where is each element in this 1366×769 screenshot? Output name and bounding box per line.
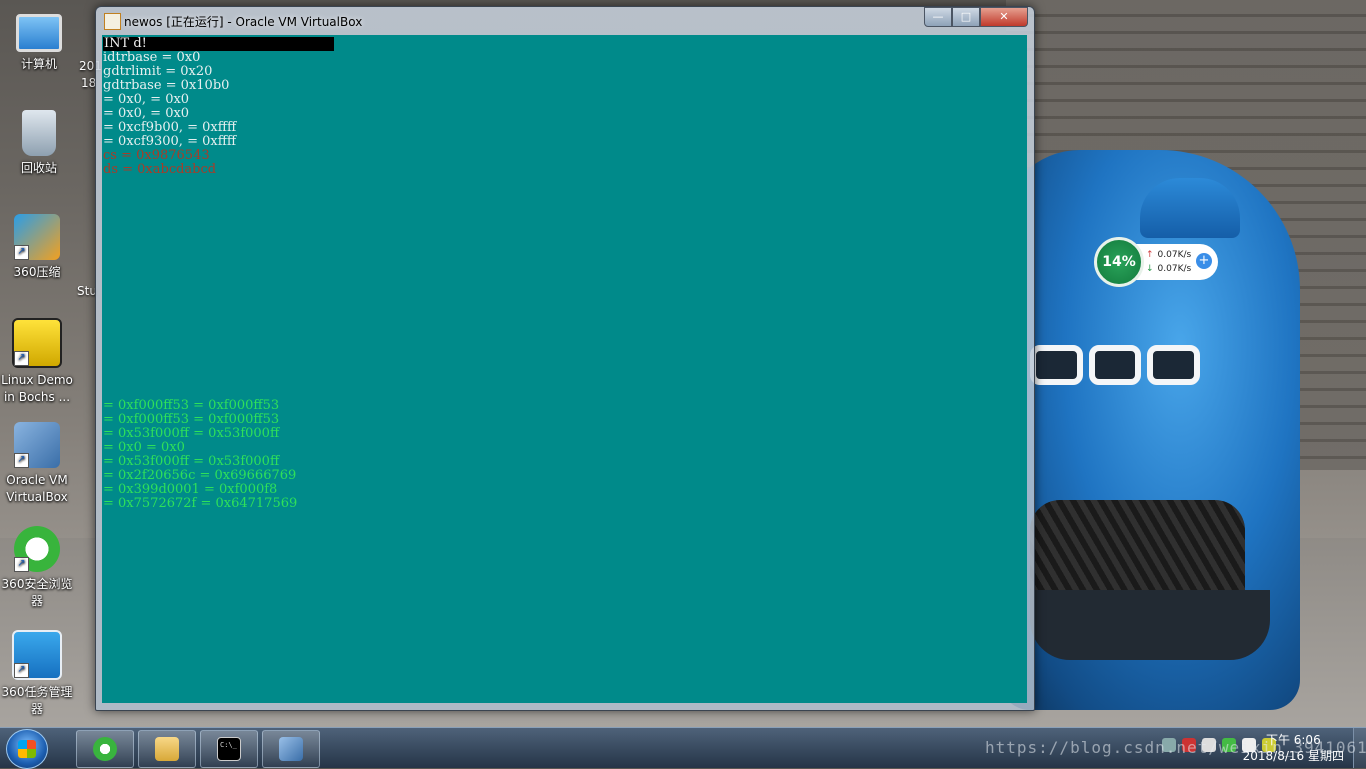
- close-icon: ✕: [999, 10, 1009, 23]
- vm-text-line: gdtrlimit = 0x20: [103, 64, 213, 79]
- vm-text-line-green: = 0xf000ff53 = 0xf000ff53: [103, 398, 280, 413]
- upload-speed: ↑ 0.07K/s: [1146, 250, 1191, 260]
- watermark: https://blog.csdn.net/weixin_39410618: [985, 738, 1366, 757]
- desktop-icon-label: 回收站: [20, 161, 57, 175]
- bochs-box-icon: ↗: [12, 318, 62, 368]
- vm-text-line: idtrbase = 0x0: [103, 50, 201, 65]
- desktop-icon-virtualbox[interactable]: ↗ Oracle VM VirtualBox: [0, 422, 74, 506]
- taskbar-app-browser[interactable]: [76, 730, 134, 768]
- vm-text-line-green: = 0x0 = 0x0: [103, 440, 185, 455]
- car-bumper: [1030, 590, 1270, 660]
- recycle-bin-icon: [22, 110, 56, 156]
- upload-value: 0.07K/s: [1157, 250, 1192, 260]
- taskbar-app-virtualbox[interactable]: [262, 730, 320, 768]
- desktop-icon-label: Oracle VM VirtualBox: [6, 473, 68, 504]
- vm-text-line-green: = 0x53f000ff = 0x53f000ff: [103, 454, 280, 469]
- memory-percent-circle[interactable]: 14%: [1094, 237, 1144, 287]
- desktop-icon-label: 360任务管理器: [1, 685, 73, 716]
- command-prompt-icon: C:\_: [217, 737, 241, 761]
- shortcut-arrow-icon: ↗: [14, 453, 29, 468]
- virtualbox-icon: [279, 737, 303, 761]
- car-wing: [1140, 178, 1240, 238]
- vm-text-line-red: ds = 0xabcdabcd: [103, 162, 217, 177]
- vm-screen[interactable]: INT d! idtrbase = 0x0 gdtrlimit = 0x20 g…: [102, 35, 1027, 703]
- vm-text-line-red: cs = 0x9876543: [103, 148, 210, 163]
- vm-text-line: = 0xcf9b00, = 0xffff: [103, 120, 237, 135]
- desktop-icon-label: 计算机: [20, 57, 57, 71]
- desktop-icon-360zip[interactable]: ↗ 360压缩: [0, 214, 74, 281]
- vm-text-line-green: = 0x2f20656c = 0x69666769: [103, 468, 297, 483]
- desktop-icon-360-browser[interactable]: ↗ 360安全浏览器: [0, 526, 74, 610]
- vm-text-line-green: = 0xf000ff53 = 0xf000ff53: [103, 412, 280, 427]
- desktop-icon-recycle-bin[interactable]: 回收站: [2, 110, 76, 177]
- window-controls: — □ ✕: [924, 7, 1028, 27]
- car-grill: [1030, 500, 1245, 600]
- car-headlights: [1030, 345, 1201, 385]
- speed-panel: ↑ 0.07K/s ↓ 0.07K/s +: [1134, 244, 1218, 280]
- cmd-glyph: C:\_: [220, 741, 237, 749]
- download-speed: ↓ 0.07K/s: [1146, 264, 1191, 274]
- windows-logo-icon: [18, 740, 36, 758]
- start-button[interactable]: [6, 729, 48, 769]
- network-speed-widget[interactable]: ↑ 0.07K/s ↓ 0.07K/s + 14%: [1094, 237, 1218, 287]
- shortcut-arrow-icon: ↗: [14, 245, 29, 260]
- partial-icon-label: 18: [81, 76, 97, 90]
- window-title: newos [正在运行] - Oracle VM VirtualBox: [124, 15, 363, 29]
- maximize-button[interactable]: □: [952, 7, 980, 27]
- vm-text-line-green: = 0x7572672f = 0x64717569: [103, 496, 298, 511]
- browser-icon: ↗: [14, 526, 60, 572]
- desktop-icon-computer[interactable]: 计算机: [2, 8, 76, 73]
- folder-icon: [155, 737, 179, 761]
- shortcut-arrow-icon: ↗: [14, 557, 29, 572]
- taskbar-app-explorer[interactable]: [138, 730, 196, 768]
- virtualbox-app-icon[interactable]: [104, 13, 121, 30]
- close-button[interactable]: ✕: [980, 7, 1028, 27]
- download-value: 0.07K/s: [1157, 264, 1192, 274]
- virtualbox-icon: ↗: [14, 422, 60, 468]
- vm-text-line-green: = 0x399d0001 = 0xf000f8: [103, 482, 278, 497]
- computer-icon: [16, 14, 62, 52]
- vm-text-line: = 0x0, = 0x0: [103, 92, 190, 107]
- partial-icon-label: Stu: [77, 284, 97, 298]
- vm-text-line: = 0xcf9300, = 0xffff: [103, 134, 237, 149]
- desktop-icon-linux-demo-bochs[interactable]: ↗ Linux Demo in Bochs ...: [0, 318, 74, 406]
- download-arrow-icon: ↓: [1146, 264, 1154, 274]
- accelerate-plus-icon[interactable]: +: [1196, 253, 1212, 269]
- upload-arrow-icon: ↑: [1146, 250, 1154, 260]
- desktop-icon-360-task-manager[interactable]: ↗ 360任务管理器: [0, 630, 74, 718]
- virtualbox-window[interactable]: newos [正在运行] - Oracle VM VirtualBox — □ …: [95, 6, 1035, 711]
- vm-header-line: INT d!: [103, 37, 334, 51]
- vm-text-line-green: = 0x53f000ff = 0x53f000ff: [103, 426, 280, 441]
- shortcut-arrow-icon: ↗: [14, 663, 29, 678]
- browser-icon: [93, 737, 117, 761]
- vm-text-line: gdtrbase = 0x10b0: [103, 78, 230, 93]
- desktop-icon-label: 360压缩: [13, 265, 61, 279]
- maximize-icon: □: [960, 10, 972, 23]
- taskbar-app-cmd[interactable]: C:\_: [200, 730, 258, 768]
- vm-text-line: = 0x0, = 0x0: [103, 106, 190, 121]
- zip-archive-icon: ↗: [14, 214, 60, 260]
- shortcut-arrow-icon: ↗: [14, 351, 29, 366]
- desktop-icon-label: 360安全浏览器: [1, 577, 73, 608]
- task-manager-icon: ↗: [12, 630, 62, 680]
- desktop-icon-label: Linux Demo in Bochs ...: [1, 373, 73, 404]
- minimize-button[interactable]: —: [924, 7, 952, 27]
- minimize-icon: —: [932, 10, 944, 23]
